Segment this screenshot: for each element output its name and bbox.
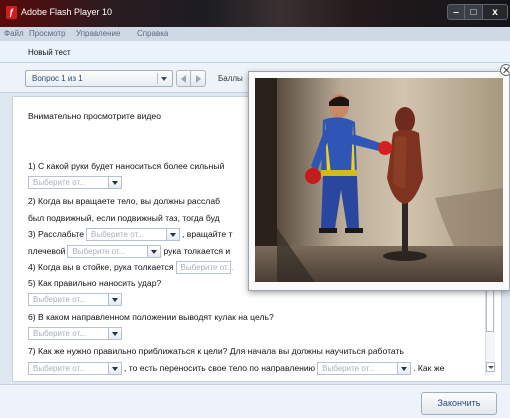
menu-file[interactable]: Файл — [4, 29, 24, 38]
question-4: 4) Когда вы в стойке, рука толкается Выбе… — [28, 261, 233, 274]
dropdown-placeholder: Выберите от... — [72, 247, 126, 256]
window-title: Adobe Flash Player 10 — [21, 7, 113, 17]
answer-row-5: Выберите от... — [28, 293, 124, 306]
answer-dropdown[interactable]: Выберите от... — [28, 293, 122, 306]
title-bar: ƒ Adobe Flash Player 10 — [0, 0, 510, 27]
dropdown-placeholder: Выберите от... — [91, 230, 144, 239]
question-5: 5) Как правильно наносить удар? — [28, 278, 162, 288]
question-7-text-c: . Как же — [413, 362, 445, 373]
test-header: Новый тест — [0, 41, 510, 63]
dropdown-placeholder: Выберите от... — [33, 178, 86, 187]
answer-dropdown[interactable]: Выберите от... — [175, 261, 234, 274]
answer-dropdown[interactable]: Выберите от... — [28, 362, 122, 375]
menu-bar: Файл Просмотр Управление Справка — [0, 27, 510, 41]
question-select-value: Вопрос 1 из 1 — [32, 74, 83, 83]
dropdown-placeholder: Выберите от... — [33, 329, 86, 338]
question-3-line-2: плечевой Выберите от... рука толкается и — [28, 245, 230, 258]
question-1: 1) С какой руки будет наноситься более с… — [28, 161, 225, 171]
chevron-down-icon — [108, 363, 121, 374]
chevron-down-icon — [108, 177, 121, 188]
scroll-down-button[interactable] — [486, 362, 495, 372]
prev-question-button[interactable] — [176, 70, 191, 87]
finish-button[interactable]: Закончить — [421, 392, 497, 415]
close-icon[interactable] — [500, 64, 510, 76]
answer-dropdown[interactable]: Выберите от... — [86, 228, 180, 241]
chevron-down-icon — [108, 294, 121, 305]
answer-dropdown[interactable]: Выберите от... — [317, 362, 412, 375]
question-3-text-c: плечевой — [28, 245, 66, 256]
question-3-line-1: 3) Расслабьте Выберите от... , вращайте т — [28, 228, 233, 241]
question-4-text: 4) Когда вы в стойке, рука толкается — [28, 261, 174, 272]
dropdown-placeholder: Выберите от... — [180, 263, 234, 272]
chevron-down-icon — [147, 246, 161, 257]
menu-help[interactable]: Справка — [137, 29, 168, 38]
chevron-down-icon — [166, 229, 179, 240]
question-7-line-1: 7) Как же нужно правильно приближаться к… — [28, 346, 404, 356]
chevron-down-icon — [397, 363, 411, 374]
answer-dropdown[interactable]: Выберите от... — [67, 245, 162, 258]
menu-control[interactable]: Управление — [76, 29, 120, 38]
flash-icon: ƒ — [6, 6, 17, 19]
maximize-button[interactable]: □ — [465, 4, 483, 20]
answer-row-1: Выберите от... — [28, 176, 124, 189]
instruction-text: Внимательно просмотрите видео — [28, 111, 161, 121]
answer-dropdown[interactable]: Выберите от... — [28, 327, 122, 340]
question-3-text-b: , вращайте т — [182, 228, 233, 239]
scrollbar-thumb[interactable] — [486, 290, 494, 332]
question-2-line-1: 2) Когда вы вращаете тело, вы должны рас… — [28, 196, 221, 206]
question-3-text-d: рука толкается и — [163, 245, 231, 256]
menu-view[interactable]: Просмотр — [29, 29, 66, 38]
question-2-line-2: был подвижный, если подвижный таз, тогда… — [28, 213, 220, 223]
dropdown-placeholder: Выберите от... — [33, 295, 86, 304]
test-name: Новый тест — [28, 48, 71, 57]
close-button[interactable]: x — [483, 4, 508, 20]
score-label: Баллы — [218, 74, 243, 83]
dropdown-placeholder: Выберите от... — [322, 364, 376, 373]
answer-dropdown[interactable]: Выберите от... — [28, 176, 122, 189]
chevron-down-icon — [108, 328, 121, 339]
question-select[interactable]: Вопрос 1 из 1 — [25, 70, 173, 87]
question-6: 6) В каком направленном положении выводя… — [28, 312, 274, 322]
next-question-button[interactable] — [191, 70, 206, 87]
dropdown-placeholder: Выберите от... — [33, 364, 86, 373]
question-3-text-a: 3) Расслабьте — [28, 228, 84, 239]
video-frame[interactable] — [255, 78, 503, 282]
minimize-button[interactable]: – — [447, 4, 465, 20]
chevron-down-icon — [157, 73, 170, 84]
answer-row-6: Выберите от... — [28, 327, 124, 340]
question-7-line-2: Выберите от... , то есть переносить свое … — [28, 362, 444, 375]
question-7-text-b: , то есть переносить свое тело по направ… — [124, 362, 316, 373]
